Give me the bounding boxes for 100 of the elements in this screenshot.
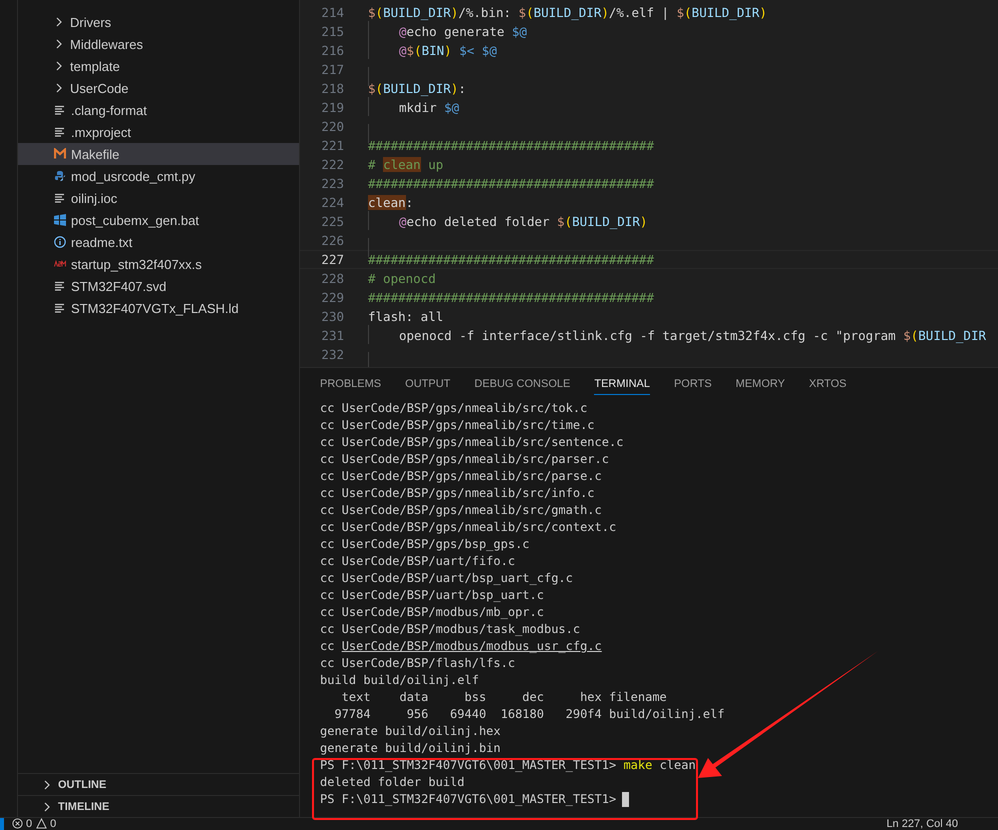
line-number: 223 — [320, 176, 345, 191]
chevron-right-icon — [54, 17, 64, 27]
terminal-line: cc UserCode/BSP/gps/nmealib/src/tok.c — [320, 400, 588, 417]
terminal-line: cc UserCode/BSP/uart/fifo.c — [320, 553, 516, 570]
terminal-line: cc UserCode/BSP/gps/nmealib/src/parser.c — [320, 451, 609, 468]
code-line: openocd -f interface/stlink.cfg -f target/stm32f4x.cfg -c "program $(BUILD_DIR — [398, 328, 986, 343]
panel-tab[interactable]: OUTPUT — [405, 378, 450, 395]
line-number: 215 — [320, 24, 345, 39]
terminal-line: generate build/oilinj.hex — [320, 723, 501, 740]
file-tree-item[interactable]: STM32F407.svd — [18, 275, 299, 297]
terminal-line: cc UserCode/BSP/uart/bsp_uart.c — [320, 587, 544, 604]
terminal-line: cc UserCode/BSP/gps/nmealib/src/time.c — [320, 417, 595, 434]
code-line: flash: all — [368, 309, 444, 324]
panel-tab[interactable]: XRTOS — [808, 378, 846, 395]
file-tree-item[interactable]: Middlewares — [18, 33, 299, 55]
line-number: 231 — [320, 328, 345, 343]
python-icon — [54, 170, 66, 182]
file-tree-item[interactable]: oilinj.ioc — [18, 187, 299, 209]
terminal-line: generate build/oilinj.bin — [320, 740, 501, 757]
error-icon — [12, 818, 23, 829]
panel-tab[interactable]: TERMINAL — [594, 378, 650, 395]
line-number: 228 — [320, 271, 345, 286]
file-tree-item[interactable]: .clang-format — [18, 99, 299, 121]
file-link[interactable]: UserCode/BSP/modbus/modbus_usr_cfg.c — [342, 639, 602, 653]
file-tree-item[interactable]: .mxproject — [18, 121, 299, 143]
line-number: 219 — [320, 100, 345, 115]
lines-icon — [54, 302, 66, 314]
sidebar-section-header[interactable]: OUTLINE — [18, 773, 299, 795]
line-number: 218 — [320, 81, 345, 96]
file-tree-item[interactable]: STM32F407VGTx_FLASH.ld — [18, 297, 299, 319]
remote-indicator[interactable] — [0, 818, 4, 830]
panel-tab[interactable]: PORTS — [674, 378, 712, 395]
code-line: @$(BIN) $< $@ — [398, 43, 497, 58]
terminal-line: build build/oilinj.elf — [320, 672, 479, 689]
line-number: 220 — [320, 119, 345, 134]
terminal-line: cc UserCode/BSP/modbus/task_modbus.c — [320, 621, 580, 638]
code-line: clean: — [368, 195, 414, 210]
line-number: 217 — [320, 62, 345, 77]
chevron-right-icon — [54, 61, 64, 71]
line-number: 232 — [320, 347, 345, 362]
lines-icon — [54, 104, 66, 116]
panel-tab[interactable]: DEBUG CONSOLE — [474, 378, 570, 395]
windows-icon — [54, 214, 66, 226]
lines-icon — [54, 280, 66, 292]
terminal-line: cc UserCode/BSP/gps/nmealib/src/gmath.c — [320, 502, 602, 519]
terminal-line: cc UserCode/BSP/gps/nmealib/src/info.c — [320, 485, 595, 502]
terminal-line: deleted folder build — [320, 774, 464, 791]
line-number: 230 — [320, 309, 345, 324]
code-line: ###################################### — [368, 252, 654, 267]
file-tree-item[interactable]: Makefile — [18, 143, 299, 165]
cursor-position[interactable]: Ln 227, Col 40 — [886, 818, 958, 830]
code-line: ###################################### — [368, 138, 654, 153]
file-tree-item[interactable]: post_cubemx_gen.bat — [18, 209, 299, 231]
terminal-line: 97784 956 69440 168180 290f4 build/oilinj.elf — [333, 706, 725, 723]
code-line: # clean up — [368, 157, 444, 172]
terminal-line: cc UserCode/BSP/gps/nmealib/src/parse.c — [320, 468, 602, 485]
line-number: 225 — [320, 214, 345, 229]
terminal-line: cc UserCode/BSP/gps/nmealib/src/sentence.c — [320, 434, 624, 451]
file-tree-item[interactable]: mod_usrcode_cmt.py — [18, 165, 299, 187]
terminal-line: cc UserCode/BSP/modbus/mb_opr.c — [320, 604, 544, 621]
line-number: 221 — [320, 138, 345, 153]
chevron-right-icon — [42, 780, 52, 790]
warning-count[interactable]: 0 — [50, 818, 56, 830]
code-line: @echo generate $@ — [398, 24, 527, 39]
file-tree-item[interactable]: readme.txt — [18, 231, 299, 253]
code-line: @echo deleted folder $(BUILD_DIR) — [398, 214, 648, 229]
code-line: # openocd — [368, 271, 436, 286]
line-number: 226 — [320, 233, 345, 248]
terminal-line: cc UserCode/BSP/uart/bsp_uart_cfg.c — [320, 570, 573, 587]
code-line: mkdir $@ — [398, 100, 460, 115]
terminal-line: PS F:\011_STM32F407VGT6\001_MASTER_TEST1> make clean — [320, 757, 696, 774]
code-line: ###################################### — [368, 290, 654, 305]
lines-icon — [54, 126, 66, 138]
chevron-right-icon — [42, 802, 52, 812]
warning-icon — [36, 818, 48, 829]
line-number: 214 — [320, 5, 345, 20]
code-line: $(BUILD_DIR)/%.bin: $(BUILD_DIR)/%.elf | $(BUILD_DIR) — [368, 5, 767, 20]
panel-tab[interactable]: PROBLEMS — [320, 378, 382, 395]
panel-tab[interactable]: MEMORY — [736, 378, 785, 395]
terminal-line: cc UserCode/BSP/flash/lfs.c — [320, 655, 516, 672]
chevron-right-icon — [54, 83, 64, 93]
terminal-line: PS F:\011_STM32F407VGT6\001_MASTER_TEST1> — [320, 791, 616, 808]
line-number: 224 — [320, 195, 345, 210]
line-number: 222 — [320, 157, 345, 172]
file-tree-item[interactable]: startup_stm32f407xx.s — [18, 253, 299, 275]
info-icon — [54, 236, 66, 248]
file-tree-item[interactable]: template — [18, 55, 299, 77]
m-letter-icon — [54, 148, 66, 160]
terminal-line: cc UserCode/BSP/gps/nmealib/src/context.c — [320, 519, 616, 536]
terminal-line: text data bss dec hex filename — [340, 689, 667, 706]
terminal-line: cc UserCode/BSP/gps/bsp_gps.c — [320, 536, 530, 553]
file-tree-item[interactable]: UserCode — [18, 77, 299, 99]
file-tree-item[interactable]: Drivers — [18, 11, 299, 33]
line-number: 229 — [320, 290, 345, 305]
lines-icon — [54, 192, 66, 204]
error-count[interactable]: 0 — [26, 818, 32, 830]
code-line: ###################################### — [368, 176, 654, 191]
line-number: 216 — [320, 43, 345, 58]
code-line: $(BUILD_DIR): — [368, 81, 466, 96]
line-number: 227 — [320, 252, 345, 267]
